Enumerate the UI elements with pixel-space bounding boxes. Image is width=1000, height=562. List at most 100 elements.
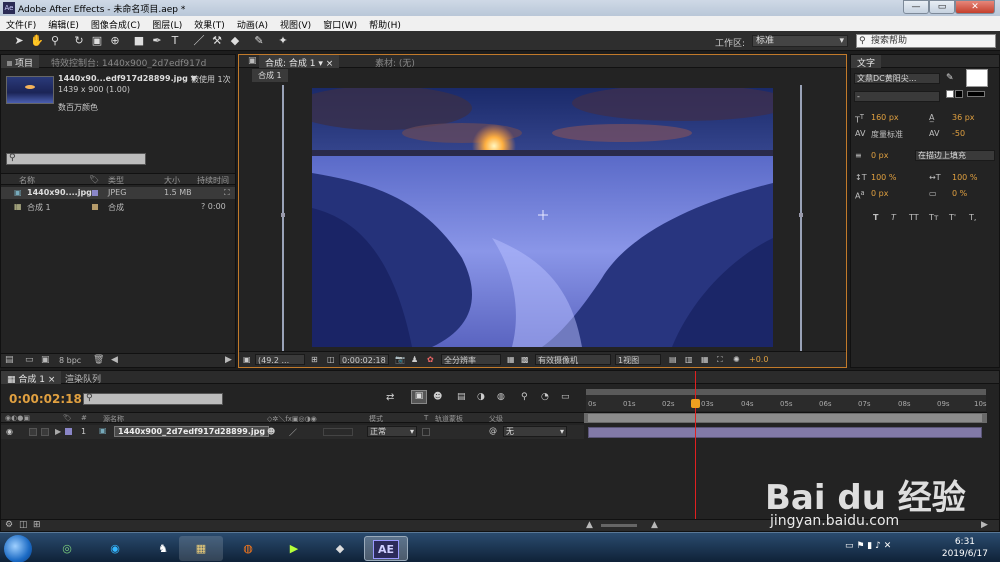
scroll-left-icon[interactable]: ◀ xyxy=(111,355,118,365)
tab-composition[interactable]: 合成: 合成 1 ▾ × xyxy=(259,55,340,69)
tab-project[interactable]: 项目 xyxy=(1,55,40,69)
subscript-button[interactable]: T, xyxy=(969,213,976,222)
view-layout-dropdown[interactable]: 1视图 xyxy=(615,354,661,365)
toggle-switches-icon[interactable]: ⚙ xyxy=(5,520,13,530)
timeline-current-time[interactable]: 0:00:02:18 xyxy=(9,392,82,406)
rectangle-tool-icon[interactable]: ■ xyxy=(132,34,146,48)
col-parent[interactable]: 父级 xyxy=(489,414,503,424)
tab-footage[interactable]: 素材: (无) xyxy=(369,55,421,69)
tab-effect-controls[interactable]: 特效控制台: 1440x900_2d7edf917d xyxy=(45,55,212,69)
toggle-in-out-icon[interactable]: ⊞ xyxy=(33,520,41,530)
live-update-icon[interactable]: ▭ xyxy=(561,392,570,402)
puppet-pin-tool-icon[interactable]: ✦ xyxy=(276,34,290,48)
maximize-button[interactable]: ▭ xyxy=(929,0,955,14)
rotate-tool-icon[interactable]: ↻ xyxy=(72,34,86,48)
shy-switch-icon[interactable]: ☻ xyxy=(267,427,275,436)
zoom-out-icon[interactable]: ▲ xyxy=(586,520,593,530)
expand-arrow-icon[interactable]: ▶ xyxy=(55,427,61,436)
selected-item-name[interactable]: 1440x90...edf917d28899.jpg ▼ xyxy=(58,74,197,83)
minimize-button[interactable]: — xyxy=(903,0,929,14)
pan-behind-tool-icon[interactable]: ⊕ xyxy=(108,34,122,48)
flowchart-icon[interactable]: ⛶ xyxy=(715,354,725,365)
layer-duration-bar[interactable] xyxy=(588,427,982,438)
zoom-tool-icon[interactable]: ⚲ xyxy=(48,34,62,48)
mask-visibility-icon[interactable]: ◫ xyxy=(325,354,337,365)
small-caps-button[interactable]: Tт xyxy=(929,213,939,222)
menu-layer[interactable]: 图层(L) xyxy=(146,16,188,31)
media-app-icon[interactable]: ▶ xyxy=(272,536,316,561)
show-snapshot-icon[interactable]: ♟ xyxy=(409,354,420,365)
flowchart-icon[interactable]: ⛶ xyxy=(224,188,230,198)
new-folder-icon[interactable]: ▭ xyxy=(25,355,34,365)
workspace-dropdown[interactable]: 标准 ▾ xyxy=(752,35,848,47)
after-effects-taskbar-button[interactable]: AE xyxy=(364,536,408,561)
app-window-icon[interactable]: ◆ xyxy=(318,536,362,561)
work-area-bar[interactable] xyxy=(584,412,987,423)
col-type[interactable]: 类型 xyxy=(108,175,124,186)
menu-effect[interactable]: 效果(T) xyxy=(188,16,231,31)
eraser-tool-icon[interactable]: ◆ xyxy=(228,34,242,48)
layer-row[interactable]: ◉ ▶ 1 ▣ 1440x900_2d7edf917d28899.jpg ☻ ／… xyxy=(1,425,584,439)
col-preserve-transparency[interactable]: T xyxy=(424,414,428,422)
magnification-dropdown[interactable]: (49.2 ... xyxy=(255,354,305,365)
brush-tool-icon[interactable]: ／ xyxy=(192,34,206,48)
browser-360-icon[interactable]: ◎ xyxy=(45,536,89,561)
resolution-dropdown[interactable]: 全分辨率 xyxy=(441,354,501,365)
kerning-value[interactable]: 度量标准 xyxy=(871,129,903,140)
pen-tool-icon[interactable]: ✒ xyxy=(150,34,164,48)
blend-mode-dropdown[interactable]: 正常 ▾ xyxy=(367,426,417,437)
camera-view-dropdown[interactable]: 有效摄像机 xyxy=(535,354,611,365)
clone-stamp-tool-icon[interactable]: ⚒ xyxy=(210,34,224,48)
col-mode[interactable]: 模式 xyxy=(369,414,383,424)
exposure-icon[interactable]: ✺ xyxy=(731,354,742,365)
project-search-input[interactable]: ⚲ xyxy=(6,153,146,165)
baseline-shift-value[interactable]: 0 px xyxy=(871,189,888,198)
timeline-icon[interactable]: ▦ xyxy=(699,354,711,365)
transparency-grid-icon[interactable]: ▩ xyxy=(519,354,531,365)
col-name[interactable]: 名称 xyxy=(19,175,35,186)
quality-switch-icon[interactable]: ／ xyxy=(289,427,297,438)
current-time-indicator[interactable] xyxy=(691,371,700,521)
brainstorm-icon[interactable]: ◍ xyxy=(497,392,505,402)
layer-name[interactable]: 1440x900_2d7edf917d28899.jpg xyxy=(114,426,270,437)
time-ruler[interactable]: 0s 01s 02s 03s 04s 05s 06s 07s 08s 09s 1… xyxy=(586,389,987,411)
stroke-mode-dropdown[interactable]: 在描边上填充 xyxy=(915,150,995,161)
draft-3d-icon[interactable]: ▣ xyxy=(411,390,427,404)
tracking-value[interactable]: -50 xyxy=(952,129,965,138)
toggle-modes-icon[interactable]: ◫ xyxy=(19,520,28,530)
playhead-handle[interactable] xyxy=(691,399,700,408)
effect-switches[interactable] xyxy=(323,428,353,436)
font-family-dropdown[interactable]: 文鼎DC黄阳尖... xyxy=(854,73,940,84)
fast-preview-icon[interactable]: ▥ xyxy=(683,354,695,365)
solo-toggle[interactable] xyxy=(29,428,37,436)
timeline-search-input[interactable]: ⚲ xyxy=(83,393,223,405)
auto-keyframe-icon[interactable]: ◔ xyxy=(541,392,549,402)
black-swatch[interactable] xyxy=(955,90,963,98)
new-composition-icon[interactable]: ▣ xyxy=(41,355,50,365)
menu-animation[interactable]: 动画(A) xyxy=(231,16,274,31)
label-color-swatch[interactable] xyxy=(65,428,72,435)
close-icon[interactable]: × xyxy=(48,375,56,385)
close-button[interactable]: ✕ xyxy=(955,0,995,14)
region-of-interest-icon[interactable]: ▦ xyxy=(505,354,517,365)
roto-brush-tool-icon[interactable]: ✎ xyxy=(252,34,266,48)
white-swatch[interactable] xyxy=(946,90,954,98)
col-size[interactable]: 大小 xyxy=(164,175,180,186)
faux-bold-button[interactable]: T xyxy=(873,213,878,222)
tab-timeline-comp[interactable]: ▦ 合成 1 × xyxy=(1,371,62,385)
always-preview-icon[interactable]: ▣ xyxy=(241,354,253,365)
label-icon[interactable]: 🏷 xyxy=(89,175,99,184)
preserve-transparency-toggle[interactable] xyxy=(422,428,430,436)
label-icon[interactable]: 🏷 xyxy=(63,414,72,422)
work-area-range[interactable] xyxy=(588,414,982,422)
start-button[interactable] xyxy=(4,535,32,562)
scroll-right-icon[interactable]: ▶ xyxy=(225,355,232,365)
clock[interactable]: 6:31 2019/6/17 xyxy=(942,536,988,560)
lock-toggle[interactable] xyxy=(41,428,49,436)
menu-help[interactable]: 帮助(H) xyxy=(363,16,407,31)
stroke-color-swatch[interactable] xyxy=(967,91,985,97)
font-size-value[interactable]: 160 px xyxy=(871,113,899,122)
text-tool-icon[interactable]: T xyxy=(168,34,182,48)
camera-tool-icon[interactable]: ▣ xyxy=(90,34,104,48)
tab-render-queue[interactable]: 渲染队列 xyxy=(59,371,107,385)
